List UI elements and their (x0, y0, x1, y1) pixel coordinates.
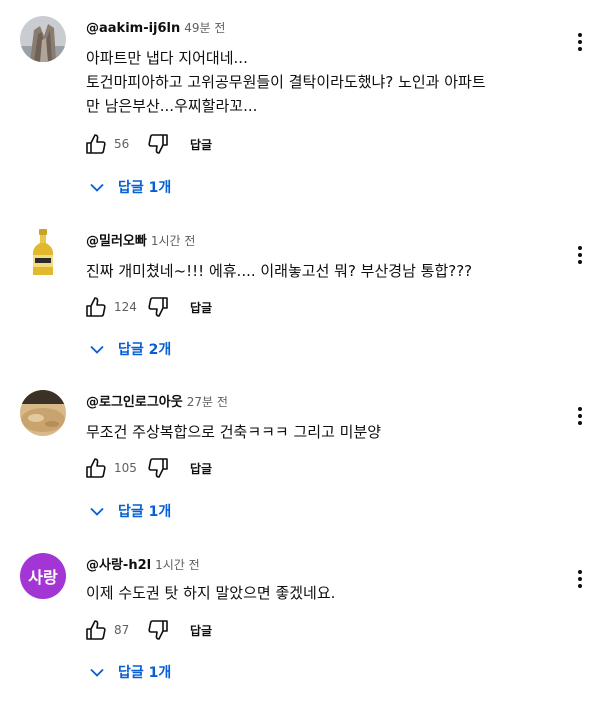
thumbs-down-icon (148, 620, 168, 640)
view-replies-label: 답글 1개 (118, 665, 172, 681)
more-actions-button[interactable] (570, 402, 590, 430)
chevron-down-icon (90, 183, 104, 192)
comment-header: @aakim-ij6ln 49분 전 (86, 16, 225, 38)
like-button[interactable]: 124 (84, 295, 142, 319)
comment-actions: 87 답글 (84, 616, 212, 644)
comment-header: @사랑-h2l 1시간 전 (86, 553, 200, 575)
reply-button[interactable]: 답글 (190, 299, 212, 316)
comment-timestamp[interactable]: 49분 전 (184, 21, 225, 35)
view-replies-label: 답글 1개 (118, 180, 172, 196)
view-replies-label: 답글 1개 (118, 504, 172, 520)
dislike-button[interactable] (146, 456, 170, 480)
comment-text: 진짜 개미쳤네~!!! 에휴.... 이래놓고선 뭐? 부산경남 통합??? (86, 259, 566, 283)
more-vert-icon (578, 570, 582, 588)
thumbs-down-icon (148, 297, 168, 317)
comment-text: 이제 수도권 탓 하지 말았으면 좋겠네요. (86, 581, 566, 605)
view-replies-label: 답글 2개 (118, 342, 172, 358)
avatar[interactable]: 사랑 (20, 553, 66, 599)
thumbs-down-icon (148, 134, 168, 154)
more-vert-icon (578, 246, 582, 264)
reply-button[interactable]: 답글 (190, 460, 212, 477)
chevron-down-icon (90, 345, 104, 354)
like-count: 105 (114, 461, 137, 475)
dislike-button[interactable] (146, 132, 170, 156)
avatar[interactable] (20, 229, 66, 275)
like-button[interactable]: 87 (84, 618, 142, 642)
view-replies-button[interactable]: 답글 1개 (90, 496, 171, 526)
comment-text: 무조건 주상복합으로 건축ㅋㅋㅋ 그리고 미분양 (86, 420, 566, 444)
dislike-button[interactable] (146, 618, 170, 642)
view-replies-button[interactable]: 답글 1개 (90, 172, 171, 202)
chevron-down-icon (90, 507, 104, 516)
thumbs-up-icon (86, 134, 106, 154)
like-button[interactable]: 105 (84, 456, 142, 480)
comment-text-line: 아파트만 냅다 지어대네... (86, 49, 248, 67)
more-vert-icon (578, 33, 582, 51)
more-actions-button[interactable] (570, 28, 590, 56)
comment-actions: 56 답글 (84, 130, 212, 158)
reply-button[interactable]: 답글 (190, 136, 212, 153)
more-actions-button[interactable] (570, 241, 590, 269)
avatar-initials: 사랑 (28, 568, 58, 587)
more-actions-button[interactable] (570, 565, 590, 593)
dislike-button[interactable] (146, 295, 170, 319)
comment-text-line: 토건마피아하고 고위공무원들이 결탁이라도했냐? 노인과 아파트 (86, 73, 486, 91)
comment-author[interactable]: @밀러오빠 (86, 234, 147, 249)
thumbs-up-icon (86, 297, 106, 317)
avatar[interactable] (20, 390, 66, 436)
comment-author[interactable]: @aakim-ij6ln (86, 21, 180, 36)
like-count: 124 (114, 300, 137, 314)
comment-text-line: 이제 수도권 탓 하지 말았으면 좋겠네요. (86, 584, 336, 602)
view-replies-button[interactable]: 답글 1개 (90, 657, 171, 687)
comment-text-line: 만 남은부산...우찌할라꼬... (86, 97, 258, 115)
view-replies-button[interactable]: 답글 2개 (90, 334, 171, 364)
comment-actions: 105 답글 (84, 454, 212, 482)
thumbs-down-icon (148, 458, 168, 478)
thumbs-up-icon (86, 458, 106, 478)
comment-timestamp[interactable]: 1시간 전 (155, 558, 200, 572)
more-vert-icon (578, 407, 582, 425)
comment-header: @밀러오빠 1시간 전 (86, 229, 195, 251)
comment-author[interactable]: @로그인로그아웃 (86, 395, 183, 410)
avatar[interactable] (20, 16, 66, 62)
comment-header: @로그인로그아웃 27분 전 (86, 390, 228, 412)
comment-author[interactable]: @사랑-h2l (86, 558, 151, 573)
like-count: 87 (114, 623, 130, 637)
comment-text-line: 진짜 개미쳤네~!!! 에휴.... 이래놓고선 뭐? 부산경남 통합??? (86, 262, 473, 280)
chevron-down-icon (90, 668, 104, 677)
thumbs-up-icon (86, 620, 106, 640)
comment-text: 아파트만 냅다 지어대네... 토건마피아하고 고위공무원들이 결탁이라도했냐?… (86, 46, 566, 118)
comment-timestamp[interactable]: 1시간 전 (151, 234, 196, 248)
comment-timestamp[interactable]: 27분 전 (187, 395, 228, 409)
reply-button[interactable]: 답글 (190, 622, 212, 639)
comment-text-line: 무조건 주상복합으로 건축ㅋㅋㅋ 그리고 미분양 (86, 423, 382, 441)
like-count: 56 (114, 137, 130, 151)
comment-actions: 124 답글 (84, 293, 212, 321)
like-button[interactable]: 56 (84, 132, 142, 156)
